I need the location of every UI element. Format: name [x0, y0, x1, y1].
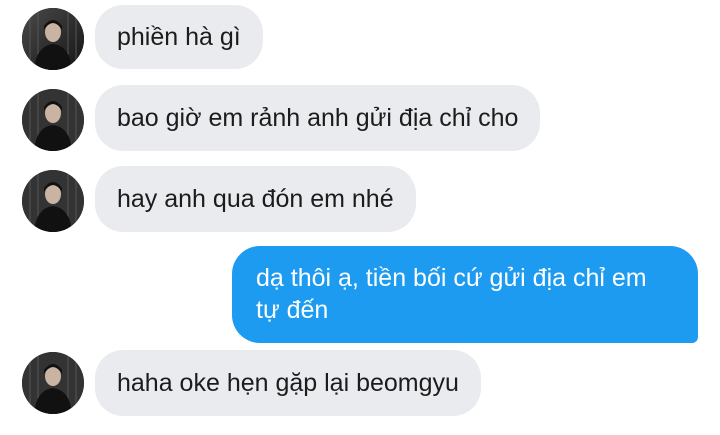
message-text: phiền hà gì	[117, 23, 241, 51]
message-row: bao giờ em rảnh anh gửi địa chỉ cho	[0, 82, 720, 160]
avatar-photo-icon	[22, 352, 84, 414]
message-row: hay anh qua đón em nhé	[0, 164, 720, 242]
message-text: haha oke hẹn gặp lại beomgyu	[117, 369, 459, 397]
message-text: bao giờ em rảnh anh gửi địa chỉ cho	[117, 104, 519, 132]
avatar-photo-icon	[22, 8, 84, 70]
message-row: dạ thôi ạ, tiền bối cứ gửi địa chỉ em tự…	[0, 246, 720, 346]
avatar-photo-icon	[22, 170, 84, 232]
incoming-message-bubble[interactable]: phiền hà gì	[95, 5, 263, 69]
message-row: phiền hà gì	[0, 0, 720, 78]
chat-thread[interactable]: phiền hà gì bao giờ em rảnh anh gửi địa …	[0, 0, 720, 435]
avatar[interactable]	[22, 89, 84, 151]
incoming-message-bubble[interactable]: haha oke hẹn gặp lại beomgyu	[95, 350, 481, 416]
avatar-photo-icon	[22, 89, 84, 151]
message-text-line: tự đến	[256, 296, 329, 324]
avatar[interactable]	[22, 352, 84, 414]
incoming-message-bubble[interactable]: bao giờ em rảnh anh gửi địa chỉ cho	[95, 85, 541, 151]
message-row: haha oke hẹn gặp lại beomgyu	[0, 350, 720, 435]
message-text: hay anh qua đón em nhé	[117, 185, 394, 213]
message-text-line: dạ thôi ạ, tiền bối cứ gửi địa chỉ em	[256, 264, 647, 292]
avatar[interactable]	[22, 170, 84, 232]
avatar[interactable]	[22, 8, 84, 70]
outgoing-message-bubble[interactable]: dạ thôi ạ, tiền bối cứ gửi địa chỉ em tự…	[232, 246, 698, 343]
incoming-message-bubble[interactable]: hay anh qua đón em nhé	[95, 166, 416, 232]
